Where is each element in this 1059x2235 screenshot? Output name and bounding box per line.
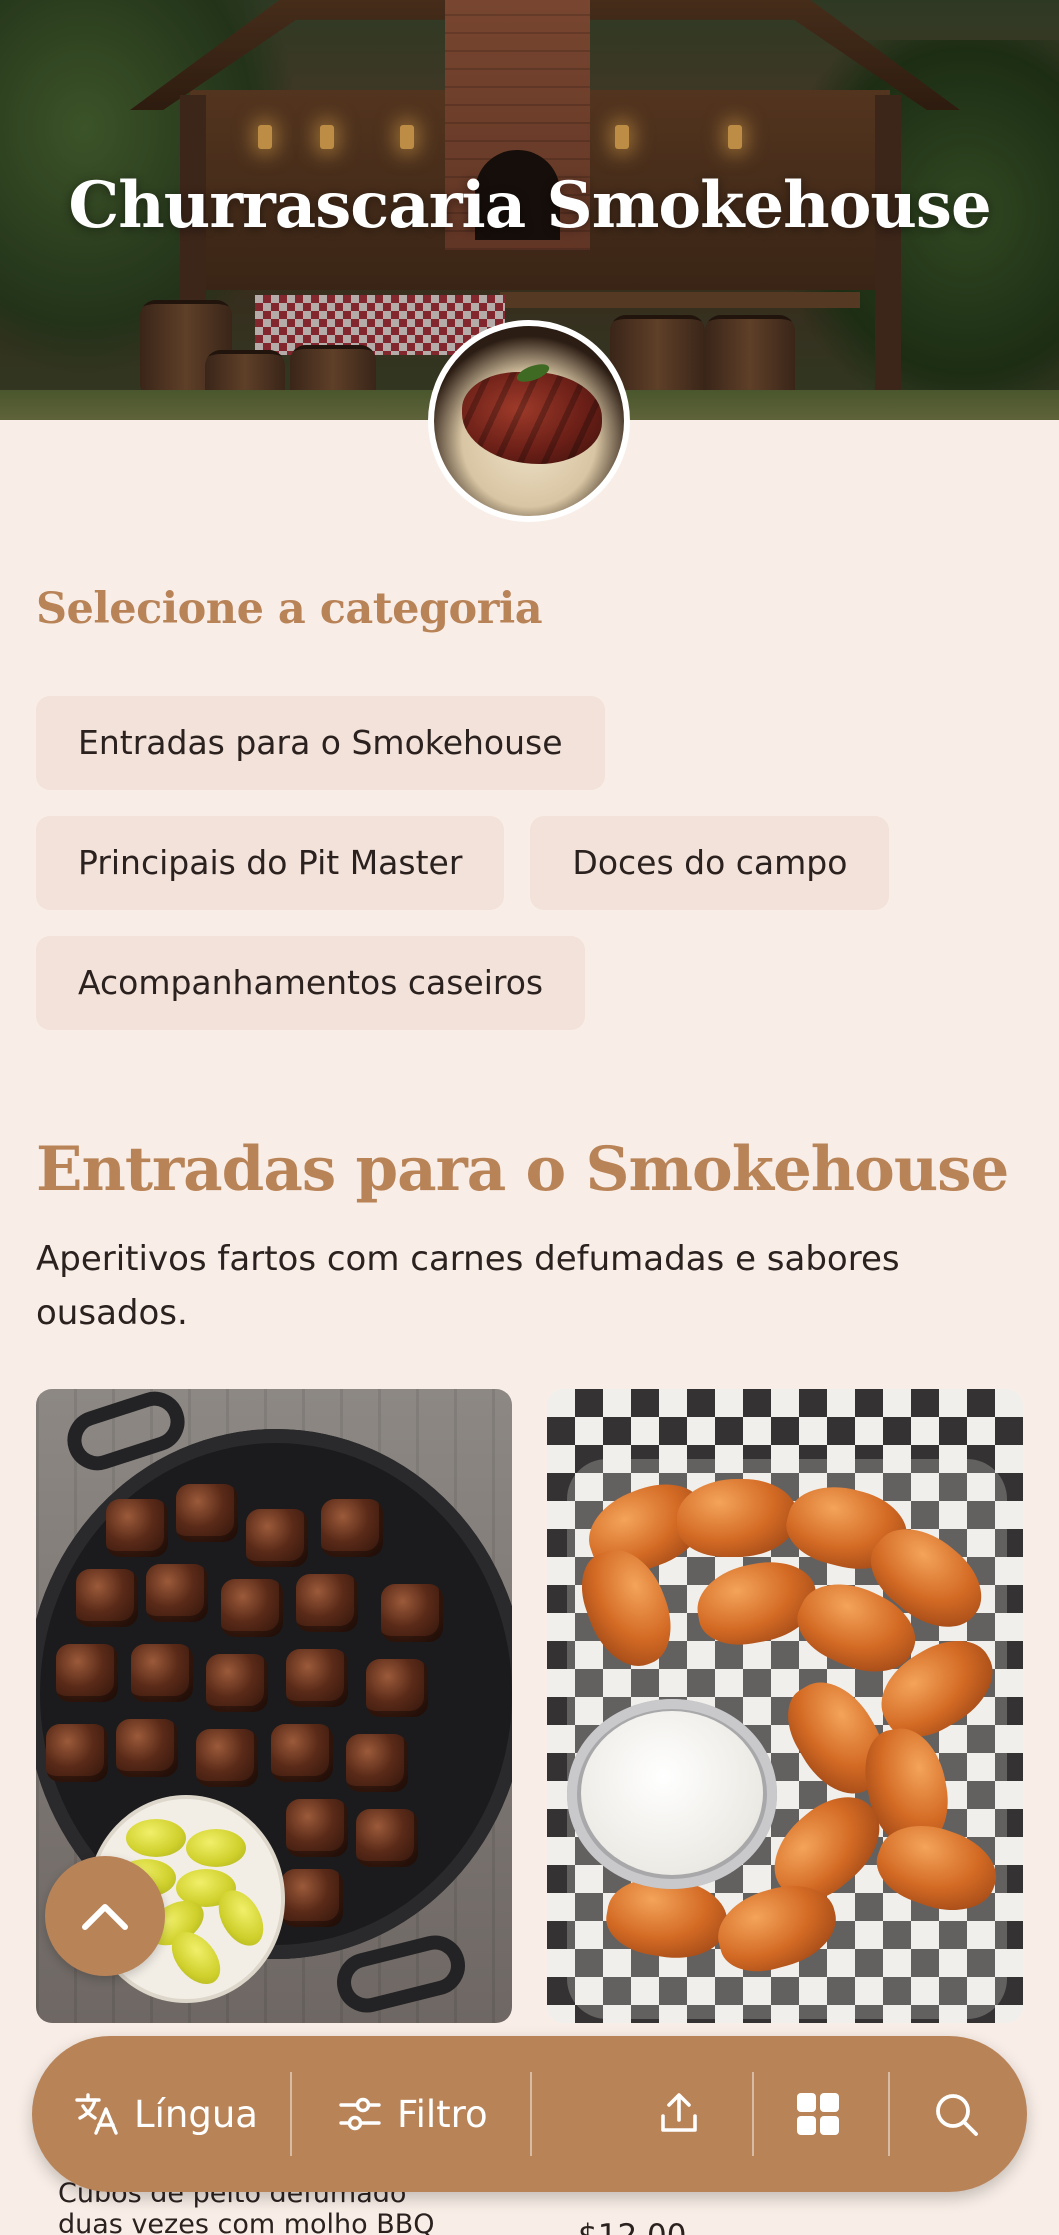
toolbar-divider xyxy=(888,2072,890,2156)
chevron-up-icon xyxy=(82,1904,128,1930)
filter-icon xyxy=(339,2097,381,2131)
share-icon xyxy=(661,2093,697,2132)
translate-icon xyxy=(75,2093,118,2135)
menu-item-image-wings[interactable] xyxy=(547,1389,1023,2023)
scroll-to-top-button[interactable] xyxy=(45,1856,165,1976)
restaurant-avatar xyxy=(428,320,630,522)
toolbar-divider xyxy=(290,2072,292,2156)
grid-icon xyxy=(797,2093,839,2135)
bottom-toolbar: Língua Filtro xyxy=(32,2036,1027,2192)
search-button[interactable] xyxy=(932,2036,980,2192)
grid-view-button[interactable] xyxy=(794,2036,842,2192)
category-chip-doces[interactable]: Doces do campo xyxy=(530,816,890,910)
section-title: Entradas para o Smokehouse xyxy=(36,1134,1009,1205)
filter-label: Filtro xyxy=(397,2092,488,2136)
toolbar-divider xyxy=(752,2072,754,2156)
category-chip-principais[interactable]: Principais do Pit Master xyxy=(36,816,505,910)
menu-item-price: $12.00 xyxy=(578,2218,686,2235)
category-chip-entradas[interactable]: Entradas para o Smokehouse xyxy=(36,696,605,790)
category-list: Entradas para o Smokehouse Principais do… xyxy=(36,696,1026,1056)
category-chip-acompanhamentos[interactable]: Acompanhamentos caseiros xyxy=(36,936,586,1030)
language-button[interactable]: Língua xyxy=(74,2036,258,2192)
restaurant-title: Churrascaria Smokehouse xyxy=(68,168,991,243)
search-icon xyxy=(936,2094,978,2136)
section-description: Aperitivos fartos com carnes defumadas e… xyxy=(36,1239,900,1333)
language-label: Língua xyxy=(134,2092,258,2136)
share-button[interactable] xyxy=(655,2036,703,2192)
filter-button[interactable]: Filtro xyxy=(337,2036,488,2192)
category-heading: Selecione a categoria xyxy=(36,584,543,634)
toolbar-divider xyxy=(530,2072,532,2156)
